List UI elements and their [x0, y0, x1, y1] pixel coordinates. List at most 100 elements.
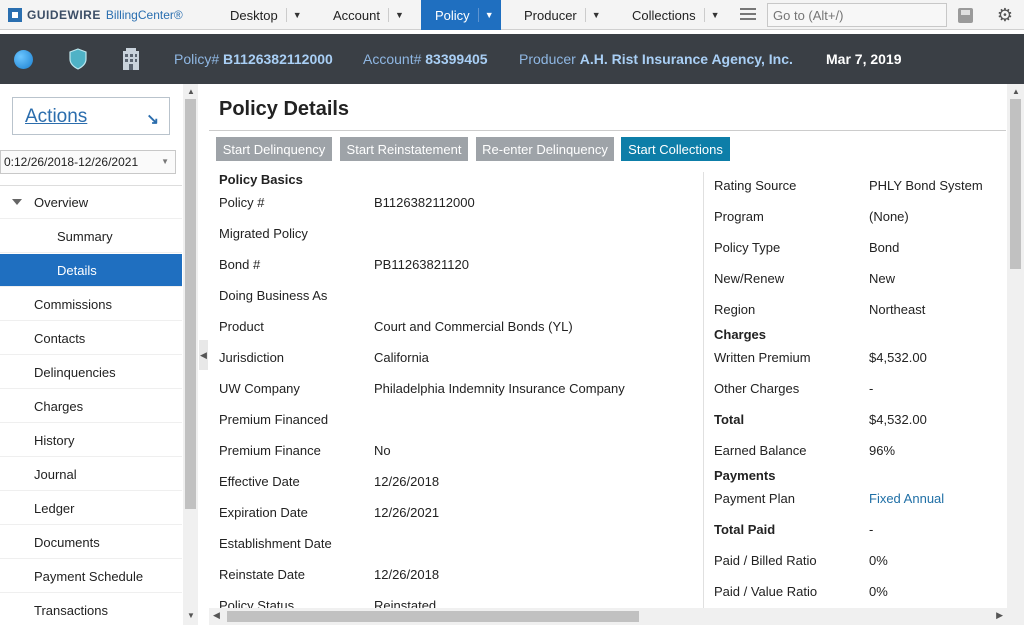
field-label: Reinstate Date: [219, 567, 305, 582]
sidebar-scrollbar[interactable]: ▲ ▼: [183, 84, 198, 625]
tab-collections-label: Collections: [632, 7, 696, 23]
sidebar-item-summary[interactable]: Summary: [0, 220, 182, 253]
current-date: Mar 7, 2019: [826, 51, 902, 67]
field-label: Rating Source: [714, 178, 797, 193]
field-value: Court and Commercial Bonds (YL): [374, 319, 573, 334]
term-period-value: 0:12/26/2018-12/26/2021: [4, 155, 139, 169]
chevron-down-icon[interactable]: ▼: [477, 8, 494, 22]
actions-button[interactable]: Actions ↘: [12, 97, 170, 135]
field-label: Program: [714, 209, 764, 224]
sidebar-item-journal[interactable]: Journal: [0, 458, 182, 491]
scrollbar-thumb[interactable]: [227, 611, 639, 622]
payment-plan-link[interactable]: Fixed Annual: [869, 491, 944, 506]
chevron-down-icon[interactable]: ▼: [703, 8, 720, 22]
sidebar-item-contacts[interactable]: Contacts: [0, 322, 182, 355]
scroll-left-icon[interactable]: ◀: [213, 610, 220, 621]
scrollbar-thumb[interactable]: [1010, 99, 1021, 269]
sidebar-item-commissions[interactable]: Commissions: [0, 288, 182, 321]
field-label: Establishment Date: [219, 536, 332, 551]
collapse-sidebar-handle[interactable]: ◀: [199, 340, 208, 370]
save-icon[interactable]: [958, 8, 973, 23]
scroll-right-icon[interactable]: ▶: [996, 610, 1003, 621]
field-value: $4,532.00: [869, 412, 927, 427]
field-label: Payment Plan: [714, 491, 795, 506]
field-value: New: [869, 271, 896, 286]
field-value: 96%: [869, 443, 896, 458]
logo-brand: GUIDEWIRE: [27, 8, 101, 22]
sidebar-item-label: Ledger: [34, 500, 75, 516]
sidebar-item-details[interactable]: Details: [0, 254, 182, 287]
field-label: Other Charges: [714, 381, 800, 396]
start-delinquency-button[interactable]: Start Delinquency: [216, 137, 332, 161]
shield-icon[interactable]: [68, 48, 88, 70]
hamburger-menu-icon[interactable]: [740, 8, 756, 22]
field-label: Product: [219, 319, 264, 334]
context-info-bar: Policy# B1126382112000 Account# 83399405…: [0, 34, 1024, 84]
sidebar-item-label: Payment Schedule: [34, 568, 144, 584]
tab-policy-label: Policy: [435, 7, 470, 23]
policy-number-label: Policy#: [174, 51, 220, 67]
account-number-link[interactable]: Account# 83399405: [363, 51, 488, 67]
app-logo: GUIDEWIRE BillingCenter®: [8, 6, 183, 24]
chevron-down-icon[interactable]: ▼: [387, 8, 404, 22]
reenter-delinquency-button[interactable]: Re-enter Delinquency: [476, 137, 614, 161]
sidebar-item-history[interactable]: History: [0, 424, 182, 457]
main-horizontal-scrollbar[interactable]: ◀ ▶: [209, 608, 1007, 625]
field-value: No: [374, 443, 391, 458]
expand-triangle-icon[interactable]: [12, 199, 22, 205]
scrollbar-corner: [1007, 608, 1024, 625]
scrollbar-thumb[interactable]: [185, 99, 196, 509]
field-label: UW Company: [219, 381, 300, 396]
sidebar-item-label: Charges: [34, 398, 84, 414]
scroll-up-icon[interactable]: ▲: [1012, 87, 1020, 96]
scroll-down-icon[interactable]: ▼: [187, 611, 195, 620]
scroll-up-icon[interactable]: ▲: [187, 87, 195, 96]
field-label: Earned Balance: [714, 443, 807, 458]
arrow-down-right-icon: ↘: [146, 111, 159, 128]
main-vertical-scrollbar[interactable]: ▲: [1007, 84, 1024, 608]
start-collections-button[interactable]: Start Collections: [621, 137, 730, 161]
sidebar-item-delinquencies[interactable]: Delinquencies: [0, 356, 182, 389]
sidebar-item-transactions[interactable]: Transactions: [0, 594, 182, 625]
sidebar-item-ledger[interactable]: Ledger: [0, 492, 182, 525]
goto-input[interactable]: [767, 3, 947, 27]
tab-producer-label: Producer: [524, 7, 577, 23]
field-value: B1126382112000: [374, 195, 475, 210]
policy-number-value: B1126382112000: [223, 51, 333, 67]
field-value: PB11263821120: [374, 257, 469, 272]
sidebar-item-label: Commissions: [34, 296, 113, 312]
field-value: (None): [869, 209, 909, 224]
start-reinstatement-button[interactable]: Start Reinstatement: [340, 137, 468, 161]
top-navigation: GUIDEWIRE BillingCenter® Desktop ▼ Accou…: [0, 0, 1024, 30]
tab-desktop[interactable]: Desktop ▼: [216, 0, 308, 30]
field-label: Migrated Policy: [219, 226, 308, 241]
tab-policy[interactable]: Policy ▼: [421, 0, 501, 30]
sidebar-item-overview[interactable]: Overview: [0, 186, 182, 219]
field-value: Northeast: [869, 302, 926, 317]
guidewire-logo-icon: [8, 8, 22, 22]
field-value: 12/26/2018: [374, 567, 440, 582]
term-period-select[interactable]: 0:12/26/2018-12/26/2021 ▼: [0, 150, 176, 174]
gear-icon[interactable]: ⚙: [996, 6, 1014, 24]
chevron-down-icon[interactable]: ▼: [285, 8, 302, 22]
chevron-down-icon[interactable]: ▼: [584, 8, 601, 22]
building-icon[interactable]: [120, 47, 142, 71]
globe-icon[interactable]: [14, 50, 33, 69]
sidebar-item-documents[interactable]: Documents: [0, 526, 182, 559]
field-label: Written Premium: [714, 350, 811, 365]
page-title: Policy Details: [219, 98, 350, 120]
tab-collections[interactable]: Collections ▼: [618, 0, 722, 30]
producer-link[interactable]: Producer A.H. Rist Insurance Agency, Inc…: [519, 51, 793, 67]
sidebar-item-charges[interactable]: Charges: [0, 390, 182, 423]
sidebar-item-label: Delinquencies: [34, 364, 116, 380]
tab-account[interactable]: Account ▼: [319, 0, 411, 30]
field-value: -: [869, 522, 874, 537]
divider: [209, 130, 1006, 131]
sidebar-item-label: History: [34, 432, 75, 448]
tab-producer[interactable]: Producer ▼: [510, 0, 610, 30]
sidebar-item-payment-schedule[interactable]: Payment Schedule: [0, 560, 182, 593]
policy-number-link[interactable]: Policy# B1126382112000: [174, 51, 333, 67]
field-value: PHLY Bond System: [869, 178, 983, 193]
main-content: Policy Details Start Delinquency Start R…: [209, 84, 1007, 613]
field-label: Total Paid: [714, 522, 776, 537]
